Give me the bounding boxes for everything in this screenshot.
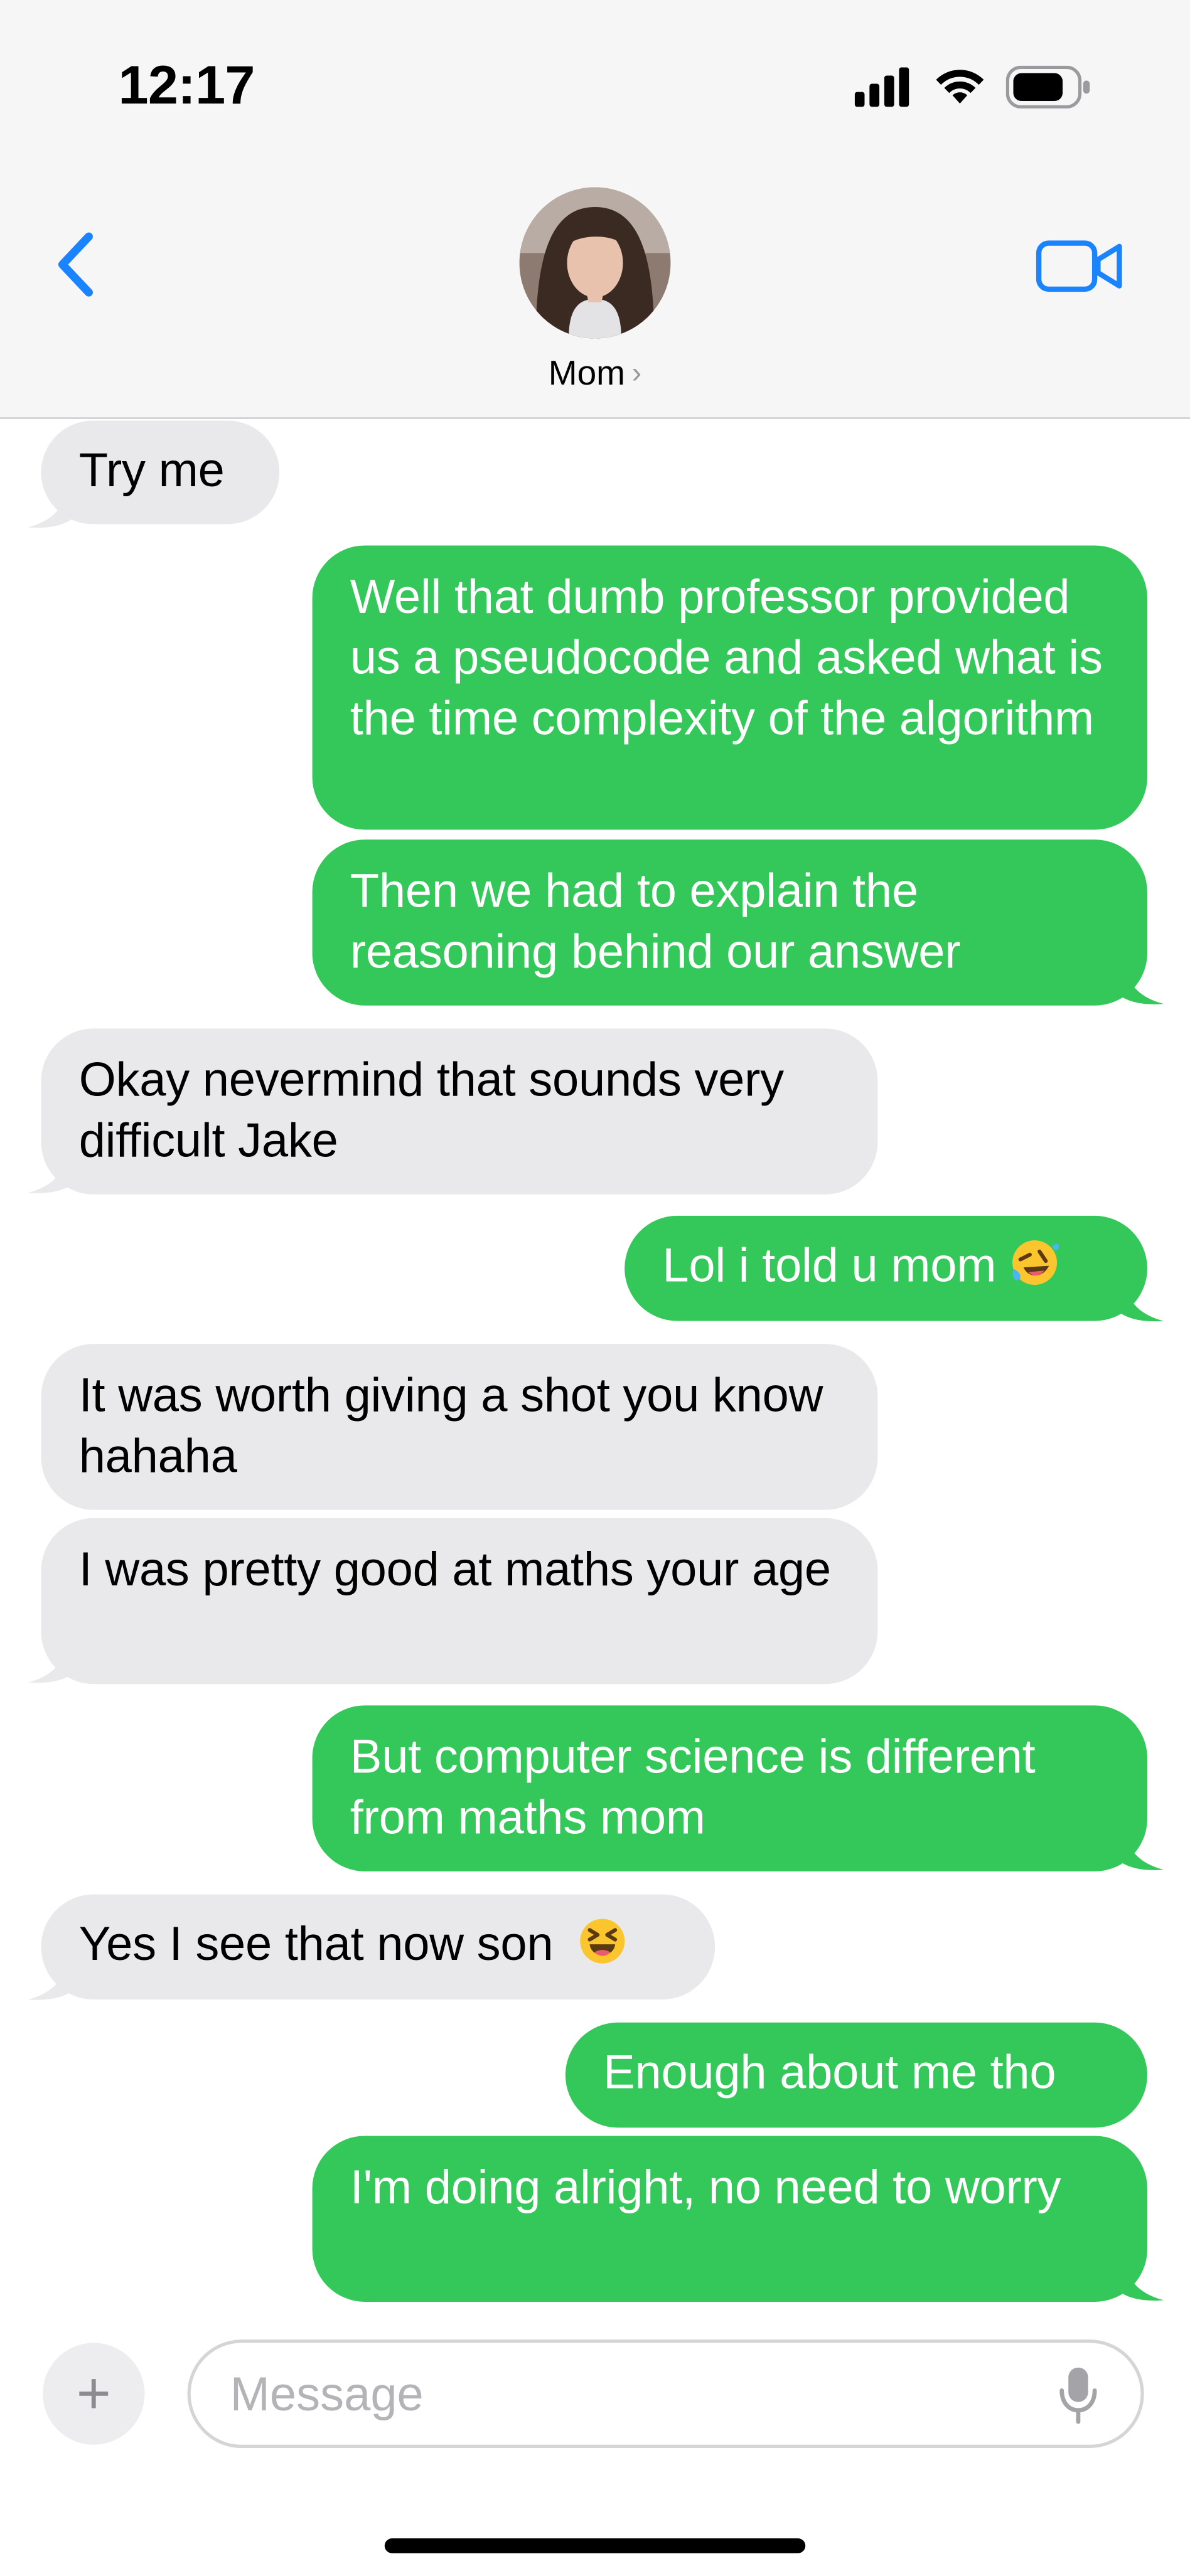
- outgoing-message[interactable]: Enough about me tho: [565, 2022, 1147, 2128]
- wifi-icon: [936, 70, 984, 104]
- grinning-squinting-face-emoji: [579, 1919, 624, 1964]
- outgoing-message[interactable]: I'm doing alright, no need to worry: [312, 2136, 1147, 2302]
- incoming-bubble-tail: [28, 1953, 74, 2000]
- message-text: I was pretty good at maths your age: [78, 1544, 831, 1597]
- avatar-image: [519, 187, 671, 339]
- message-text: It was worth giving a shot you know haha…: [78, 1370, 823, 1484]
- message-text: Enough about me tho: [603, 2047, 1056, 2100]
- incoming-bubble-tail: [28, 1146, 74, 1193]
- message-input-container[interactable]: [187, 2339, 1144, 2449]
- outgoing-bubble-tail: [1117, 1823, 1164, 1870]
- incoming-message[interactable]: Yes I see that now son: [41, 1894, 716, 2000]
- incoming-message[interactable]: It was worth giving a shot you know haha…: [41, 1344, 878, 1510]
- incoming-bubble-tail: [28, 1636, 74, 1683]
- back-chevron-icon[interactable]: [50, 230, 99, 299]
- video-call-icon[interactable]: [1036, 237, 1124, 295]
- message-text: Well that dumb professor provided us a p…: [350, 572, 1103, 746]
- incoming-bubble-tail: [28, 481, 74, 528]
- outgoing-bubble-tail: [1117, 2254, 1164, 2301]
- contact-name[interactable]: Mom ›: [0, 355, 1190, 395]
- contact-avatar[interactable]: [519, 187, 671, 339]
- outgoing-bubble-tail: [1117, 957, 1164, 1004]
- status-icons: [854, 63, 1091, 112]
- incoming-message[interactable]: Try me: [41, 420, 280, 524]
- message-thread[interactable]: Try me Well that dumb professor provided…: [0, 419, 1190, 2322]
- incoming-message[interactable]: I was pretty good at maths your age: [41, 1518, 878, 1685]
- battery-icon: [1005, 65, 1090, 109]
- message-text: Then we had to explain the reasoning beh…: [350, 866, 961, 979]
- home-indicator[interactable]: [384, 2538, 806, 2553]
- outgoing-message[interactable]: But computer science is different from m…: [312, 1705, 1147, 1871]
- message-text: Yes I see that now son: [78, 1919, 554, 1972]
- message-text: I'm doing alright, no need to worry: [350, 2162, 1061, 2215]
- message-text: But computer science is different from m…: [350, 1732, 1036, 1845]
- rolling-on-floor-laughing-emoji: [1012, 1240, 1059, 1285]
- apps-plus-button[interactable]: +: [43, 2343, 145, 2445]
- conversation-header: 12:17 Mom ›: [0, 0, 1190, 419]
- messages-screen: 12:17 Mom › Try me Well that dumb profes…: [0, 0, 1190, 2576]
- chevron-right-icon: ›: [631, 356, 642, 390]
- outgoing-message[interactable]: Then we had to explain the reasoning beh…: [312, 839, 1147, 1006]
- message-text: Okay nevermind that sounds very difficul…: [78, 1055, 784, 1168]
- message-text: Lol i told u mom: [662, 1240, 997, 1293]
- message-input[interactable]: [227, 2356, 1022, 2435]
- outgoing-bubble-tail: [1117, 1275, 1164, 1322]
- plus-icon: +: [76, 2359, 111, 2427]
- cellular-signal-icon: [854, 67, 909, 107]
- incoming-message[interactable]: Okay nevermind that sounds very difficul…: [41, 1028, 878, 1195]
- status-time: 12:17: [118, 54, 255, 115]
- microphone-icon[interactable]: [1059, 2366, 1098, 2425]
- contact-name-label: Mom: [548, 354, 626, 393]
- outgoing-message[interactable]: Well that dumb professor provided us a p…: [312, 545, 1147, 830]
- message-text: Try me: [78, 445, 225, 498]
- outgoing-message[interactable]: Lol i told u mom: [624, 1215, 1147, 1321]
